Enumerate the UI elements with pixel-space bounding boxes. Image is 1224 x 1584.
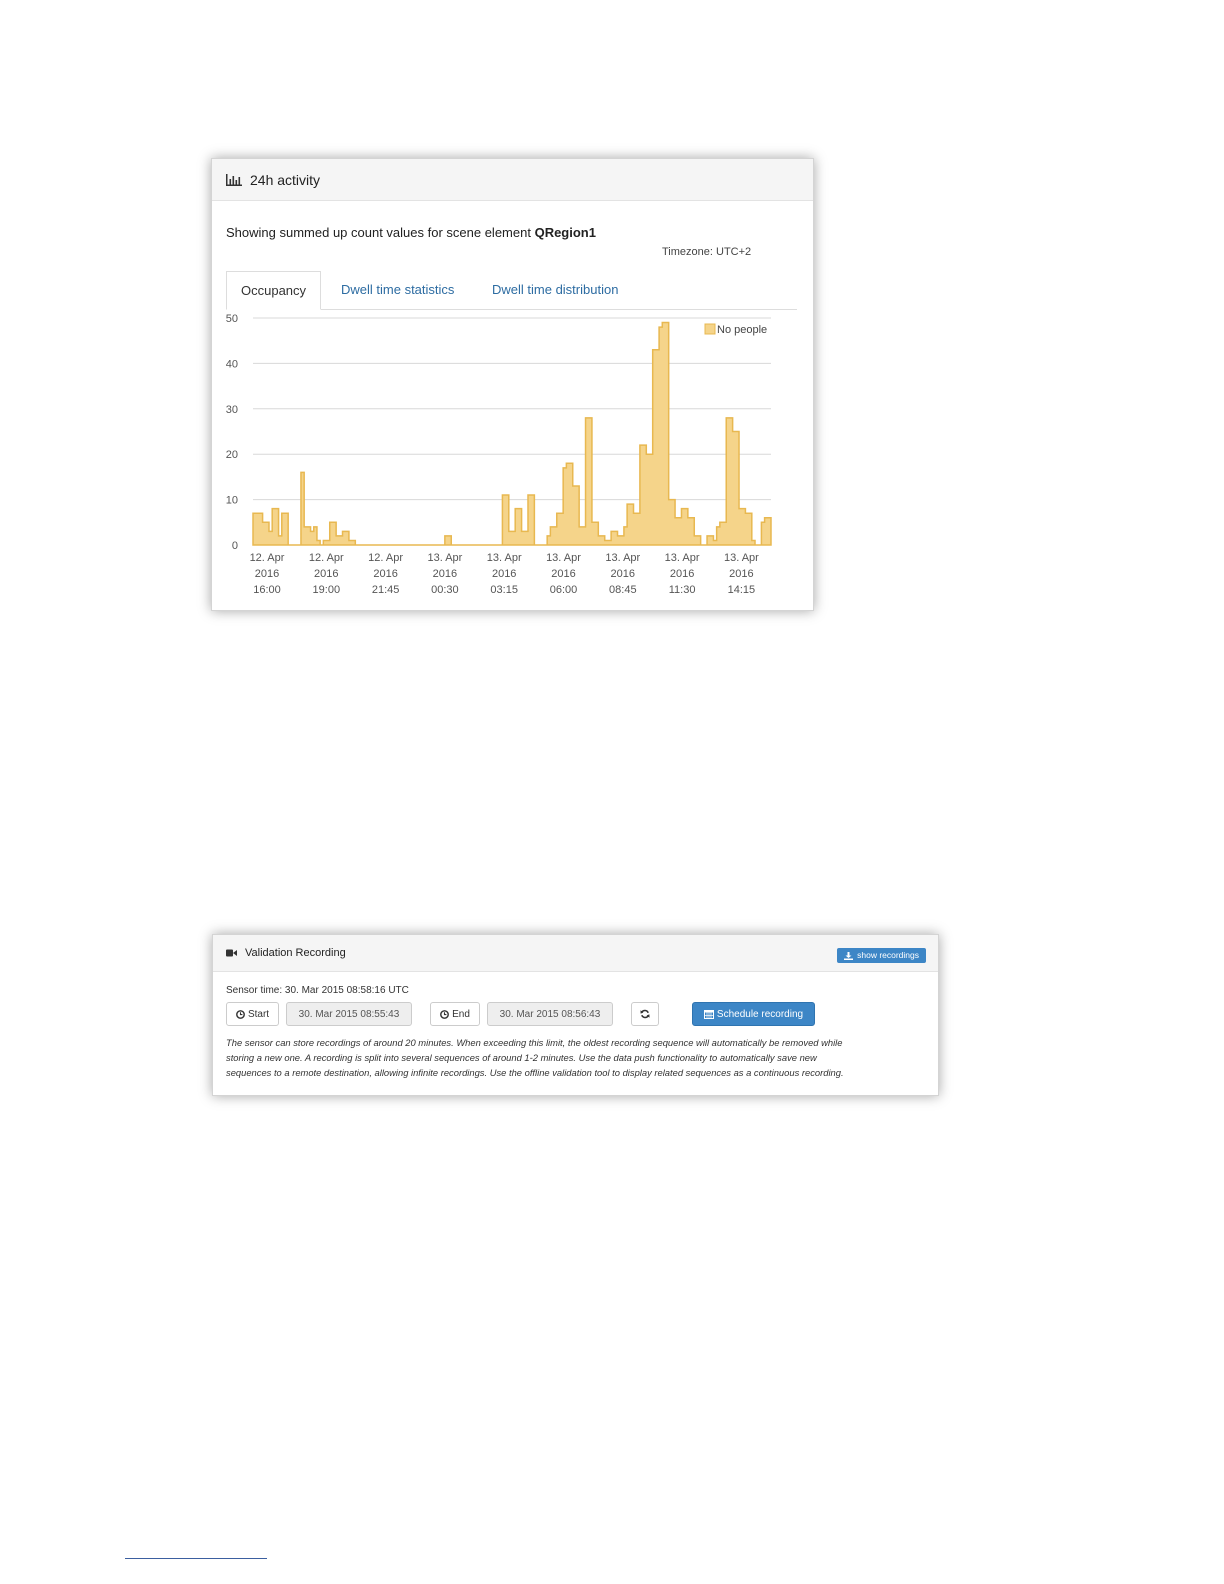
schedule-recording-button[interactable]: Schedule recording (692, 1002, 815, 1026)
recording-info-note: The sensor can store recordings of aroun… (226, 1035, 926, 1080)
x-tick-label: 2016 (433, 568, 457, 580)
x-tick-label: 13. Apr (605, 552, 640, 564)
end-time-field[interactable]: 30. Mar 2015 08:56:43 (487, 1002, 613, 1026)
x-tick-label: 14:15 (728, 584, 756, 596)
legend-swatch (704, 323, 716, 335)
x-tick-label: 12. Apr (309, 552, 344, 564)
x-tick-label: 2016 (492, 568, 516, 580)
end-label: End (452, 1008, 470, 1020)
note-line: The sensor can store recordings of aroun… (226, 1037, 843, 1048)
x-tick-label: 13. Apr (427, 552, 462, 564)
video-camera-icon (226, 949, 237, 957)
start-time-field[interactable]: 30. Mar 2015 08:55:43 (286, 1002, 412, 1026)
subtitle-prefix: Showing summed up count values for scene… (226, 225, 531, 240)
series-no-people-area (252, 321, 772, 546)
x-tick-label: 00:30 (431, 584, 459, 596)
x-tick-label: 13. Apr (487, 552, 522, 564)
show-recordings-label: show recordings (857, 950, 919, 960)
start-label: Start (247, 1008, 270, 1020)
sensor-time: Sensor time: 30. Mar 2015 08:58:16 UTC (226, 985, 409, 996)
x-tick-label: 2016 (551, 568, 575, 580)
download-icon (844, 951, 854, 960)
y-tick-label: 30 (226, 404, 238, 416)
tab-dwell-time-distribution[interactable]: Dwell time distribution (492, 271, 618, 309)
x-tick-label: 12. Apr (250, 552, 285, 564)
footnote-separator (125, 1558, 267, 1559)
y-tick-label: 0 (232, 540, 238, 552)
x-tick-label: 2016 (373, 568, 397, 580)
recording-panel-title: Validation Recording (245, 947, 346, 959)
x-tick-label: 13. Apr (724, 552, 759, 564)
tab-occupancy[interactable]: Occupancy (226, 271, 322, 310)
activity-panel-title: 24h activity (250, 171, 321, 188)
y-tick-label: 50 (226, 313, 238, 325)
x-tick-label: 11:30 (669, 584, 696, 596)
clock-icon (236, 1009, 245, 1019)
x-tick-label: 2016 (670, 568, 694, 580)
start-button[interactable]: Start (226, 1002, 279, 1026)
clock-icon (440, 1009, 449, 1019)
refresh-button[interactable] (631, 1002, 659, 1026)
calendar-icon (703, 1010, 714, 1019)
tab-dwell-time-statistics[interactable]: Dwell time statistics (341, 271, 454, 309)
x-tick-label: 2016 (729, 568, 753, 580)
scene-element-name: QRegion1 (534, 225, 596, 240)
x-tick-label: 2016 (255, 568, 279, 580)
x-tick-label: 19:00 (313, 584, 341, 596)
note-line: storing a new one. A recording is split … (226, 1052, 817, 1063)
x-tick-label: 13. Apr (546, 552, 581, 564)
scene-subtitle: Showing summed up count values for scene… (226, 225, 596, 240)
validation-recording-panel: Validation Recording show recordings Sen… (212, 934, 939, 1096)
x-tick-label: 2016 (611, 568, 635, 580)
x-tick-label: 08:45 (609, 584, 637, 596)
legend-label: No people (717, 324, 767, 336)
x-tick-label: 13. Apr (665, 552, 700, 564)
y-tick-label: 10 (226, 495, 238, 507)
timezone-label: Timezone: UTC+2 (662, 246, 752, 258)
occupancy-chart: 0 10 20 30 40 50 12. Apr 2016 16:00 12. Apr 2016 19… (226, 313, 772, 596)
note-line: sequences to a remote destination, allow… (226, 1067, 844, 1078)
schedule-recording-label: Schedule recording (716, 1008, 804, 1020)
activity-panel: 24h activity Showing summed up count val… (211, 158, 814, 611)
refresh-icon (640, 1009, 650, 1019)
x-tick-label: 16:00 (253, 584, 281, 596)
bar-chart-icon (226, 173, 242, 186)
x-tick-label: 2016 (314, 568, 338, 580)
x-tick-label: 12. Apr (368, 552, 403, 564)
y-tick-label: 40 (226, 358, 238, 370)
x-tick-label: 06:00 (550, 584, 578, 596)
chart-tabs: Occupancy Dwell time statistics Dwell ti… (226, 271, 797, 310)
recording-panel-heading: Validation Recording (213, 935, 938, 972)
end-button[interactable]: End (430, 1002, 480, 1026)
x-tick-label: 21:45 (372, 584, 400, 596)
activity-panel-heading: 24h activity (212, 159, 813, 201)
show-recordings-button[interactable]: show recordings (837, 948, 926, 963)
x-tick-label: 03:15 (490, 584, 518, 596)
y-tick-label: 20 (226, 449, 238, 461)
